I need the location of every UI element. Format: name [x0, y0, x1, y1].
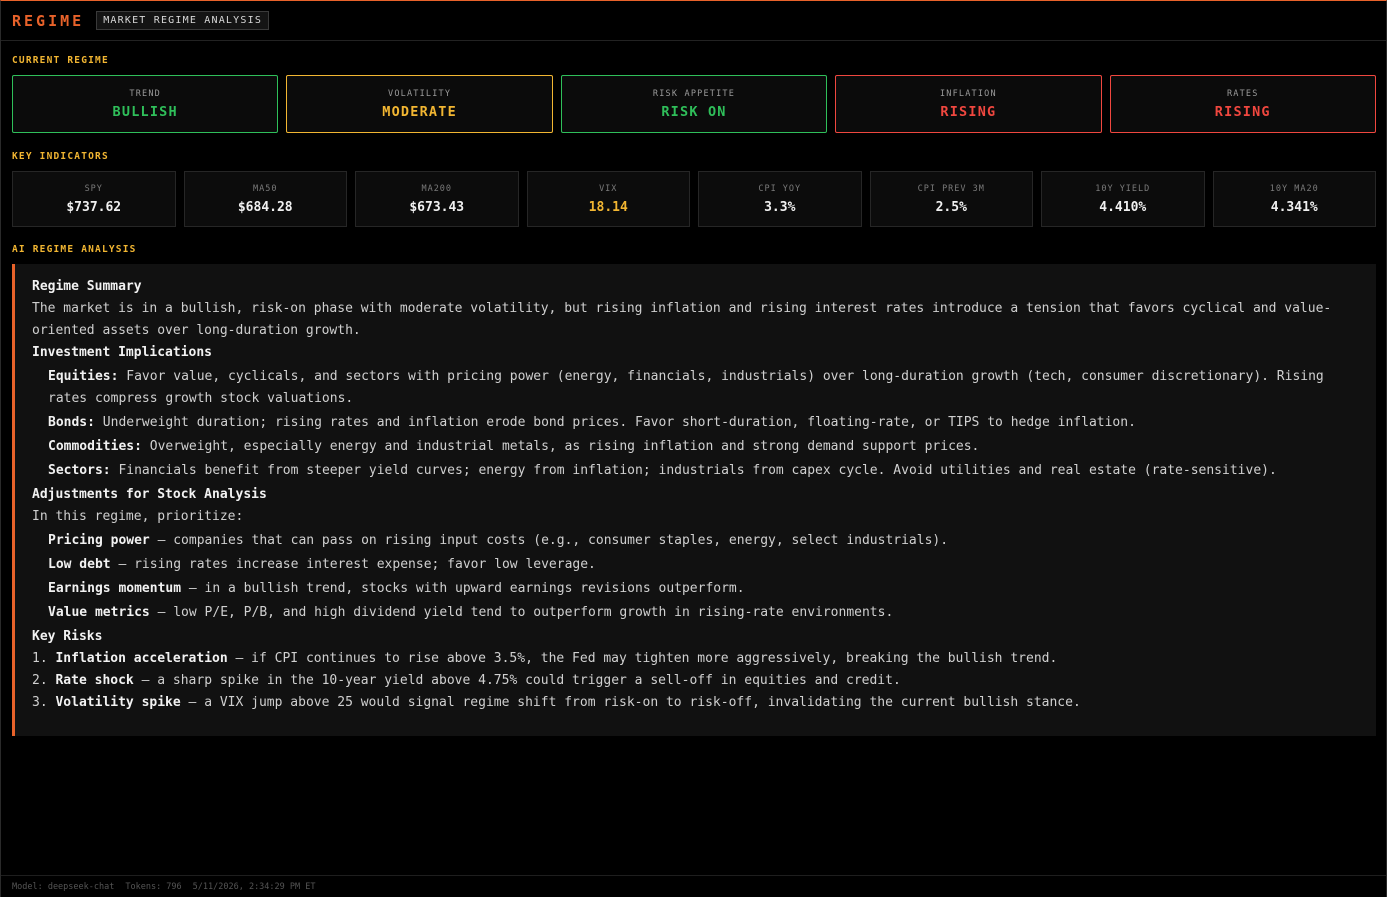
indicator-label: 10Y MA20 [1269, 183, 1319, 194]
timestamp: 5/11/2026, 2:34:29 PM ET [192, 881, 316, 892]
indicator-value: $684.28 [237, 199, 293, 215]
indicator-card-10y-yield: 10Y YIELD 4.410% [1041, 171, 1205, 227]
regime-card-label: INFLATION [939, 88, 997, 99]
regime-card-label: RATES [1226, 88, 1259, 99]
regime-card-trend: TREND BULLISH [12, 75, 279, 133]
indicator-label: CPI PREV 3M [917, 183, 985, 194]
indicator-card-ma200: MA200 $673.43 [355, 171, 519, 227]
regime-card-label: TREND [129, 88, 161, 99]
indicator-label: SPY [84, 183, 103, 194]
implication-text: Favor value, cyclicals, and sectors with… [48, 369, 1324, 406]
list-item: Low debt – rising rates increase interes… [48, 554, 1336, 576]
app-window: REGIME MARKET REGIME ANALYSIS CURRENT RE… [0, 0, 1387, 897]
list-item: Equities: Favor value, cyclicals, and se… [48, 366, 1336, 410]
adjustments-intro: In this regime, prioritize: [32, 509, 244, 524]
key-risks-title: Key Risks [32, 629, 103, 644]
key-indicators-heading: KEY INDICATORS [12, 151, 109, 162]
indicator-label: CPI YOY [758, 183, 802, 194]
ai-analysis-heading: AI REGIME ANALYSIS [12, 244, 137, 255]
model-name: Model: deepseek-chat [12, 881, 115, 892]
list-item: Value metrics – low P/E, P/B, and high d… [48, 602, 1336, 624]
regime-card-value: RISING [940, 103, 997, 120]
current-regime-heading: CURRENT REGIME [12, 55, 109, 66]
status-bar: Model: deepseek-chat Tokens: 796 5/11/20… [1, 875, 1386, 897]
list-item: 1. Inflation acceleration – if CPI conti… [32, 648, 1336, 670]
adjustment-term: Low debt [48, 557, 111, 572]
regime-card-rates: RATES RISING [1109, 75, 1376, 133]
implication-text: Underweight duration; rising rates and i… [94, 415, 1136, 430]
regime-card-value: RISING [1214, 103, 1271, 120]
regime-card-value: MODERATE [382, 103, 457, 120]
indicator-value: $737.62 [66, 199, 122, 215]
list-item: Earnings momentum – in a bullish trend, … [48, 578, 1336, 600]
indicator-value: 2.5% [935, 199, 967, 215]
adjustment-text: – companies that can pass on rising inpu… [149, 533, 949, 548]
risk-number: 3. [32, 695, 48, 710]
page-title-badge: MARKET REGIME ANALYSIS [96, 11, 270, 30]
regime-card-label: RISK APPETITE [652, 88, 736, 99]
indicator-value: $673.43 [409, 199, 465, 215]
list-item: 3. Volatility spike – a VIX jump above 2… [32, 692, 1336, 714]
adjustment-term: Value metrics [48, 605, 150, 620]
implication-term: Commodities: [48, 439, 142, 454]
regime-card-inflation: INFLATION RISING [835, 75, 1102, 133]
regime-cards: TREND BULLISH VOLATILITY MODERATE RISK A… [12, 75, 1376, 133]
adjustments-list: Pricing power – companies that can pass … [32, 530, 1336, 624]
implication-term: Equities: [48, 369, 119, 384]
adjustment-term: Earnings momentum [48, 581, 182, 596]
list-item: Commodities: Overweight, especially ener… [48, 436, 1336, 458]
app-header: REGIME MARKET REGIME ANALYSIS [1, 1, 1386, 41]
implication-text: Financials benefit from steeper yield cu… [110, 463, 1277, 478]
risk-number: 2. [32, 673, 48, 688]
regime-card-risk-appetite: RISK APPETITE RISK ON [560, 75, 828, 133]
risk-term: Volatility spike [55, 695, 181, 710]
risk-term: Inflation acceleration [55, 651, 228, 666]
regime-card-value: BULLISH [112, 103, 178, 120]
indicator-value: 3.3% [764, 199, 796, 215]
indicator-card-10y-ma20: 10Y MA20 4.341% [1212, 171, 1376, 227]
risk-text: – a sharp spike in the 10-year yield abo… [133, 673, 901, 688]
indicator-label: MA50 [253, 183, 278, 194]
adjustment-text: – rising rates increase interest expense… [110, 557, 596, 572]
indicator-value: 4.410% [1099, 199, 1147, 215]
adjustments-title: Adjustments for Stock Analysis [32, 487, 267, 502]
implications-list: Equities: Favor value, cyclicals, and se… [32, 366, 1336, 482]
list-item: Sectors: Financials benefit from steeper… [48, 460, 1336, 482]
indicator-card-vix: VIX 18.14 [526, 171, 690, 227]
indicator-card-spy: SPY $737.62 [12, 171, 176, 227]
adjustment-text: – low P/E, P/B, and high dividend yield … [149, 605, 894, 620]
indicator-card-cpi-prev-3m: CPI PREV 3M 2.5% [869, 171, 1033, 227]
indicator-value: 4.341% [1270, 199, 1318, 215]
implication-text: Overweight, especially energy and indust… [141, 439, 980, 454]
list-item: 2. Rate shock – a sharp spike in the 10-… [32, 670, 1336, 692]
indicator-cards: SPY $737.62 MA50 $684.28 MA200 $673.43 V… [12, 171, 1376, 227]
investment-implications-title: Investment Implications [32, 345, 213, 360]
risk-number: 1. [32, 651, 48, 666]
regime-summary-title: Regime Summary [32, 279, 142, 294]
risk-text: – if CPI continues to rise above 3.5%, t… [227, 651, 1058, 666]
risk-text: – a VIX jump above 25 would signal regim… [180, 695, 1081, 710]
token-count: Tokens: 796 [125, 881, 182, 892]
regime-summary-text: The market is in a bullish, risk-on phas… [32, 301, 1332, 338]
ai-analysis-panel: Regime Summary The market is in a bullis… [12, 264, 1376, 736]
adjustment-term: Pricing power [48, 533, 150, 548]
list-item: Pricing power – companies that can pass … [48, 530, 1336, 552]
indicator-card-cpi-yoy: CPI YOY 3.3% [698, 171, 862, 227]
indicator-card-ma50: MA50 $684.28 [183, 171, 347, 227]
indicator-label: VIX [599, 183, 618, 194]
risks-list: 1. Inflation acceleration – if CPI conti… [32, 648, 1336, 714]
regime-card-value: RISK ON [661, 103, 727, 120]
adjustment-text: – in a bullish trend, stocks with upward… [181, 581, 745, 596]
implication-term: Sectors: [48, 463, 111, 478]
indicator-label: 10Y YIELD [1095, 183, 1151, 194]
risk-term: Rate shock [55, 673, 134, 688]
regime-card-volatility: VOLATILITY MODERATE [286, 75, 553, 133]
indicator-label: MA200 [421, 183, 453, 194]
indicator-value-vix: 18.14 [588, 199, 628, 215]
list-item: Bonds: Underweight duration; rising rate… [48, 412, 1336, 434]
regime-card-label: VOLATILITY [388, 88, 452, 99]
implication-term: Bonds: [48, 415, 95, 430]
brand-logo: REGIME [12, 11, 85, 30]
